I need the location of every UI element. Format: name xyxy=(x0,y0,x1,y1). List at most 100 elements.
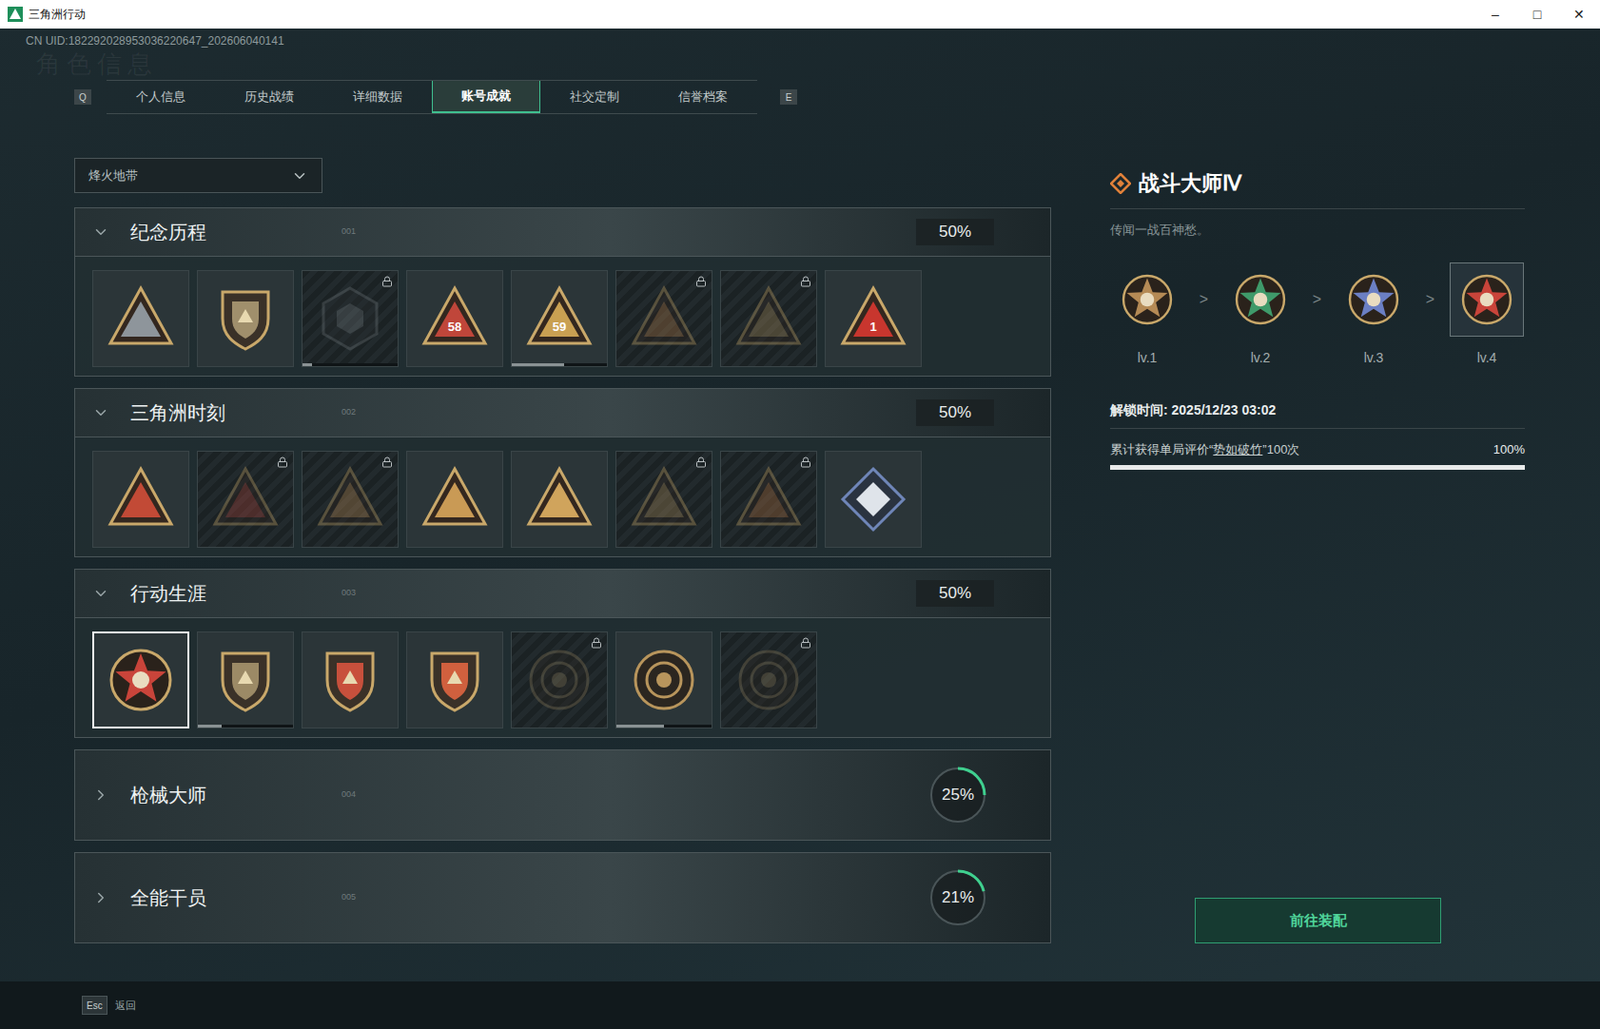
ring-percent: 25% xyxy=(941,782,975,808)
achievement-section: 三角洲时刻00250% xyxy=(74,388,1052,558)
shield-badge-icon xyxy=(420,645,489,715)
window-control-button[interactable]: □ xyxy=(1516,0,1559,29)
tab[interactable]: 信誉档案 xyxy=(648,80,758,114)
achievement-badge[interactable] xyxy=(301,450,399,548)
lock-icon xyxy=(695,275,707,288)
section-title: 纪念历程 xyxy=(130,217,342,247)
level-medal xyxy=(1110,262,1185,337)
achievement-badge[interactable] xyxy=(824,450,922,548)
svg-text:59: 59 xyxy=(552,319,566,334)
achievement-section: 全能干员00521% xyxy=(74,852,1052,944)
achievement-badge[interactable] xyxy=(720,450,818,548)
achievement-badge[interactable] xyxy=(196,450,294,548)
badge-art xyxy=(315,284,385,353)
prev-tab-key[interactable]: Q xyxy=(74,89,92,105)
section-header[interactable]: 纪念历程00150% xyxy=(75,208,1051,256)
requirement-track xyxy=(1110,465,1525,470)
window-control-button[interactable]: – xyxy=(1474,0,1517,29)
achievement-badge[interactable] xyxy=(406,631,504,729)
tab[interactable]: 历史战绩 xyxy=(214,80,324,114)
unlock-time: 解锁时间: 2025/12/23 03:02 xyxy=(1110,400,1525,430)
achievement-section: 行动生涯00350% xyxy=(74,568,1052,739)
tab[interactable]: 账号成就 xyxy=(431,80,541,114)
achievement-badge[interactable] xyxy=(196,631,294,729)
section-header[interactable]: 行动生涯00350% xyxy=(75,569,1051,618)
shield-badge-icon xyxy=(211,284,280,353)
achievement-badge[interactable] xyxy=(92,631,190,729)
badge-art xyxy=(734,284,803,353)
level-arrow: > xyxy=(1410,262,1450,337)
section-header[interactable]: 全能干员00521% xyxy=(75,853,1051,943)
achievement-badge[interactable] xyxy=(510,450,608,548)
level-item[interactable]: lv.2 xyxy=(1223,262,1298,369)
triangle-badge-icon xyxy=(629,284,699,353)
tab[interactable]: 详细数据 xyxy=(323,80,432,114)
badge-art xyxy=(629,284,699,353)
achievement-badge[interactable]: 1 xyxy=(824,270,922,368)
badge-progress-track xyxy=(511,363,607,367)
chevron-down-icon xyxy=(92,585,110,603)
equip-button[interactable]: 前往装配 xyxy=(1194,897,1442,944)
triangle-badge-icon xyxy=(420,465,489,534)
mode-dropdown[interactable]: 烽火地带 xyxy=(74,157,323,194)
section-title: 全能干员 xyxy=(130,883,342,913)
level-item[interactable]: lv.4 xyxy=(1449,262,1524,369)
achievement-badge[interactable]: 59 xyxy=(510,270,608,368)
back-label[interactable]: 返回 xyxy=(115,997,137,1015)
level-row: lv.1>lv.2>lv.3>lv.4 xyxy=(1110,262,1525,369)
achievement-badge[interactable]: 58 xyxy=(406,270,504,368)
level-item[interactable]: lv.1 xyxy=(1110,262,1185,369)
circle-badge-icon xyxy=(525,645,594,715)
next-tab-key[interactable]: E xyxy=(780,89,798,105)
section-list: 纪念历程00150% 58 59 1 三角洲时刻00250% 行动生涯00350% 枪械大师… xyxy=(74,207,1052,944)
achievement-badge[interactable] xyxy=(92,270,190,368)
badge-progress-track xyxy=(616,724,712,728)
achievement-badge[interactable] xyxy=(196,270,294,368)
level-arrow: > xyxy=(1184,262,1224,337)
achievement-section: 枪械大师00425% xyxy=(74,749,1052,841)
section-header[interactable]: 三角洲时刻00250% xyxy=(75,389,1051,437)
page-body: CN UID:182292028953036220647_20260604014… xyxy=(0,28,1600,1029)
esc-key[interactable]: Esc xyxy=(81,995,108,1015)
badge-art: 58 xyxy=(420,284,489,353)
tab-bar: 个人信息历史战绩详细数据账号成就社交定制信誉档案 xyxy=(106,79,758,115)
level-item[interactable]: lv.3 xyxy=(1336,262,1411,369)
badge-art xyxy=(106,465,176,534)
triangle-badge-icon xyxy=(315,465,385,534)
achievement-badge[interactable] xyxy=(92,450,190,548)
achievement-badge[interactable] xyxy=(615,450,713,548)
lock-icon xyxy=(800,637,812,649)
badge-progress-track xyxy=(302,363,398,367)
achievement-badge[interactable] xyxy=(720,631,818,729)
section-code: 002 xyxy=(341,406,356,420)
section-title: 枪械大师 xyxy=(130,780,342,810)
diamond-badge-icon xyxy=(839,465,908,534)
badge-art xyxy=(420,465,489,534)
section-title: 三角洲时刻 xyxy=(130,398,342,428)
requirement-link[interactable]: 势如破竹 xyxy=(1212,442,1263,457)
lock-icon xyxy=(695,456,707,469)
level-medal xyxy=(1449,262,1524,337)
lock-icon xyxy=(590,637,603,649)
title-bar: 三角洲行动–□✕ xyxy=(0,0,1600,29)
achievement-badge[interactable] xyxy=(615,270,713,368)
tab[interactable]: 个人信息 xyxy=(106,80,215,114)
achievement-badge[interactable] xyxy=(510,631,608,729)
badge-art: 59 xyxy=(525,284,594,353)
badge-art: 1 xyxy=(839,284,908,353)
triangle-badge-icon xyxy=(734,465,803,534)
chevron-down-icon xyxy=(92,223,110,241)
requirement-fill xyxy=(1110,465,1525,470)
detail-description: 传闻一战百神愁。 xyxy=(1110,220,1525,240)
star-badge-icon xyxy=(1459,272,1515,328)
badge-art xyxy=(525,645,594,715)
achievement-badge[interactable] xyxy=(720,270,818,368)
chevron-down-icon xyxy=(92,404,110,422)
achievement-badge[interactable] xyxy=(301,631,399,729)
achievement-badge[interactable] xyxy=(615,631,713,729)
section-header[interactable]: 枪械大师00425% xyxy=(75,750,1051,840)
achievement-badge[interactable] xyxy=(406,450,504,548)
tab[interactable]: 社交定制 xyxy=(540,80,649,114)
window-control-button[interactable]: ✕ xyxy=(1558,0,1600,29)
achievement-badge[interactable] xyxy=(301,270,399,368)
